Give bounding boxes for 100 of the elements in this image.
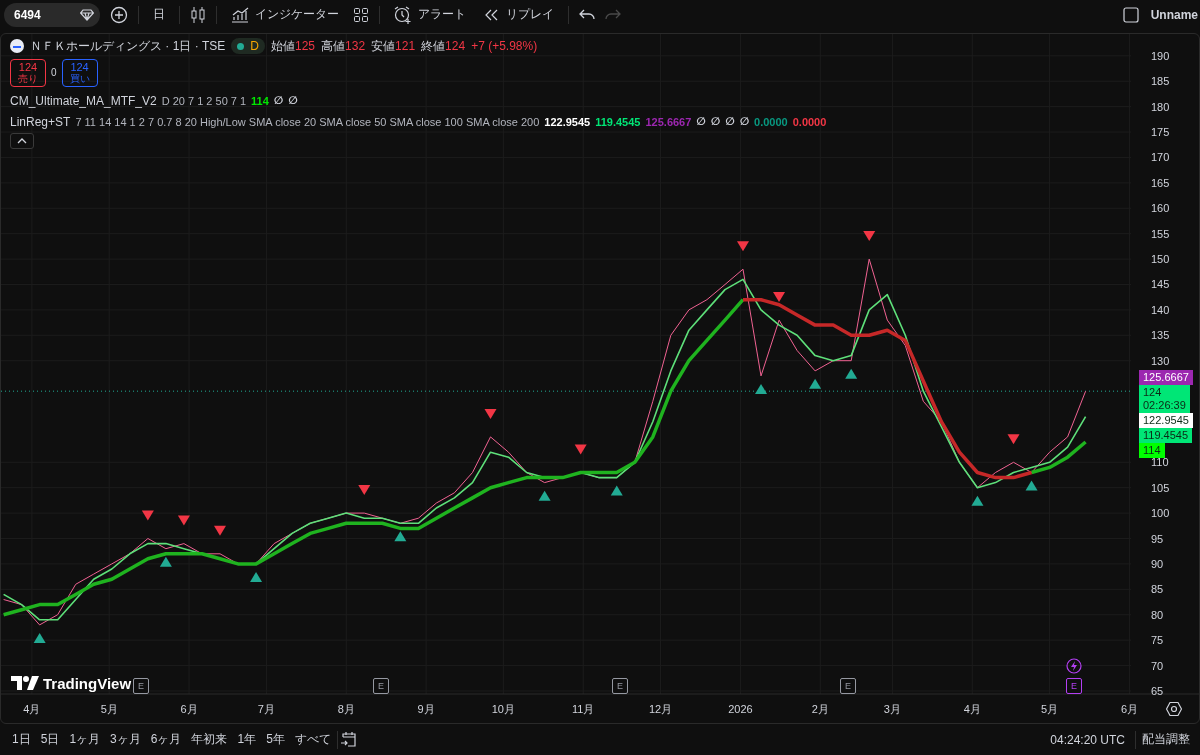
range-button[interactable]: 1年 — [233, 731, 261, 748]
indicator-value: ∅ — [710, 115, 721, 129]
market-status-badge: D — [231, 38, 265, 55]
ohlc-value: 終値124 — [421, 37, 466, 55]
range-button[interactable]: 5年 — [262, 731, 289, 748]
price-axis-label: 160 — [1151, 202, 1170, 215]
price-tag: 125.6667 — [1139, 369, 1193, 385]
calendar-icon[interactable] — [339, 730, 358, 749]
price-change: +7 (+5.98%) — [471, 39, 538, 54]
alarm-clock-icon — [394, 5, 412, 24]
range-button[interactable]: 6ヶ月 — [146, 731, 186, 748]
earnings-marker[interactable]: E — [612, 677, 628, 694]
layout-name-button[interactable]: Unname — [1148, 7, 1200, 22]
indicator-value: 114 — [251, 94, 269, 107]
indicator-params: 7 11 14 14 1 2 7 0.7 8 20 High/Low SMA close 20 SMA close 50 SMA close 100 SMA close 200 — [75, 115, 540, 128]
time-axis-label: 4月 — [963, 702, 981, 715]
indicator-value: ∅ — [739, 115, 750, 129]
price-axis-label: 165 — [1151, 176, 1170, 189]
time-axis-label: 2026 — [728, 702, 753, 715]
time-axis-label: 11月 — [572, 702, 595, 715]
ohlc-value: 高値132 — [321, 37, 366, 55]
price-tag: 124 02:26:39 — [1139, 384, 1190, 413]
indicator-value: 119.4545 — [595, 115, 641, 128]
settings-icon[interactable] — [1166, 700, 1182, 717]
earnings-marker[interactable]: E — [133, 677, 149, 694]
time-axis-label: 2月 — [811, 702, 829, 715]
price-axis-label: 145 — [1151, 278, 1170, 291]
time-axis-label: 10月 — [491, 702, 515, 715]
range-button[interactable]: 1日 — [8, 731, 35, 748]
lightning-icon[interactable] — [1066, 657, 1082, 674]
buy-button[interactable]: 124 買い — [61, 58, 98, 87]
replay-button[interactable]: リプレイ — [480, 6, 558, 24]
indicator-value: 0.0000 — [792, 115, 827, 128]
range-button[interactable]: 3ヶ月 — [106, 731, 145, 748]
price-axis-label: 170 — [1151, 151, 1170, 164]
earnings-marker[interactable]: E — [373, 677, 389, 694]
price-axis-label: 65 — [1151, 684, 1164, 697]
symbol-title: ＮＦＫホールディングス · 1日 · TSE — [30, 37, 226, 55]
add-icon[interactable] — [110, 5, 128, 24]
sell-button[interactable]: 124 売り — [10, 58, 46, 87]
price-axis-label: 70 — [1151, 659, 1164, 672]
price-axis-label: 110 — [1151, 456, 1169, 469]
ohlc-value: 安値121 — [371, 37, 416, 55]
price-axis-label: 95 — [1151, 532, 1164, 545]
grid-icon[interactable] — [353, 6, 369, 23]
range-button[interactable]: 1ヶ月 — [65, 731, 105, 748]
price-axis-label: 180 — [1151, 100, 1170, 113]
earnings-marker[interactable]: E — [1066, 677, 1082, 694]
price-axis-label: 105 — [1151, 481, 1170, 494]
tradingview-logo-icon — [11, 676, 39, 691]
price-axis-label: 150 — [1151, 253, 1170, 266]
indicator-value: ∅ — [273, 94, 284, 108]
time-axis-label: 6月 — [180, 702, 198, 715]
bar-chart-icon — [231, 6, 249, 23]
indicator-value: ∅ — [288, 94, 298, 108]
symbol-search-field[interactable]: 6494 — [4, 2, 100, 27]
layout-icon[interactable] — [1122, 6, 1139, 23]
clock-text: 04:24:20 UTC — [1049, 732, 1126, 747]
range-button[interactable]: 年初来 — [187, 731, 232, 748]
price-axis-label: 85 — [1151, 583, 1164, 596]
indicator-value: ∅ — [725, 115, 735, 129]
indicator-value: 0.0000 — [754, 115, 788, 128]
indicator-name[interactable]: CM_Ultimate_MA_MTF_V2 — [10, 93, 157, 108]
time-axis-label: 3月 — [883, 702, 901, 715]
candlestick-icon[interactable] — [190, 5, 206, 24]
indicator-value: 125.6667 — [645, 115, 692, 128]
price-axis-label: 185 — [1151, 75, 1170, 88]
indicators-button[interactable]: インジケーター — [227, 6, 343, 24]
price-axis-label: 90 — [1151, 557, 1164, 570]
interval-button[interactable]: 日 — [149, 6, 169, 24]
diamond-icon — [80, 8, 94, 21]
time-axis-label: 6月 — [1120, 702, 1138, 715]
range-button[interactable]: 5日 — [36, 731, 64, 748]
earnings-marker[interactable]: E — [840, 677, 856, 694]
time-axis-label: 4月 — [23, 702, 41, 715]
tradingview-logo: TradingView — [43, 674, 132, 692]
ohlc-value: 始値125 — [271, 37, 316, 55]
time-axis-label: 12月 — [648, 702, 673, 715]
rewind-icon — [484, 8, 500, 21]
price-axis-label: 155 — [1151, 227, 1170, 240]
time-axis-label: 5月 — [100, 702, 118, 715]
spread-value: 0 — [51, 67, 57, 79]
undo-icon[interactable] — [579, 7, 595, 22]
alert-button[interactable]: アラート — [390, 5, 470, 24]
price-axis-label: 130 — [1151, 354, 1170, 367]
price-axis-label: 190 — [1151, 49, 1170, 62]
dividend-adjustment-button[interactable]: 配当調整 — [1138, 731, 1194, 748]
time-axis-label: 7月 — [257, 702, 275, 715]
company-logo-icon — [10, 39, 24, 54]
time-axis-label: 5月 — [1041, 702, 1059, 715]
price-axis-label: 100 — [1151, 507, 1170, 520]
price-axis-label: 175 — [1151, 126, 1170, 138]
indicator-name[interactable]: LinReg+ST — [10, 114, 71, 129]
price-axis-label: 80 — [1151, 608, 1164, 621]
price-axis-label: 140 — [1151, 303, 1170, 316]
time-axis-label: 8月 — [337, 702, 355, 715]
indicator-value: 122.9545 — [544, 115, 591, 128]
time-axis-label: 9月 — [417, 702, 435, 715]
indicator-params: D 20 7 1 2 50 7 1 — [161, 94, 247, 107]
range-button[interactable]: すべて — [290, 731, 335, 748]
